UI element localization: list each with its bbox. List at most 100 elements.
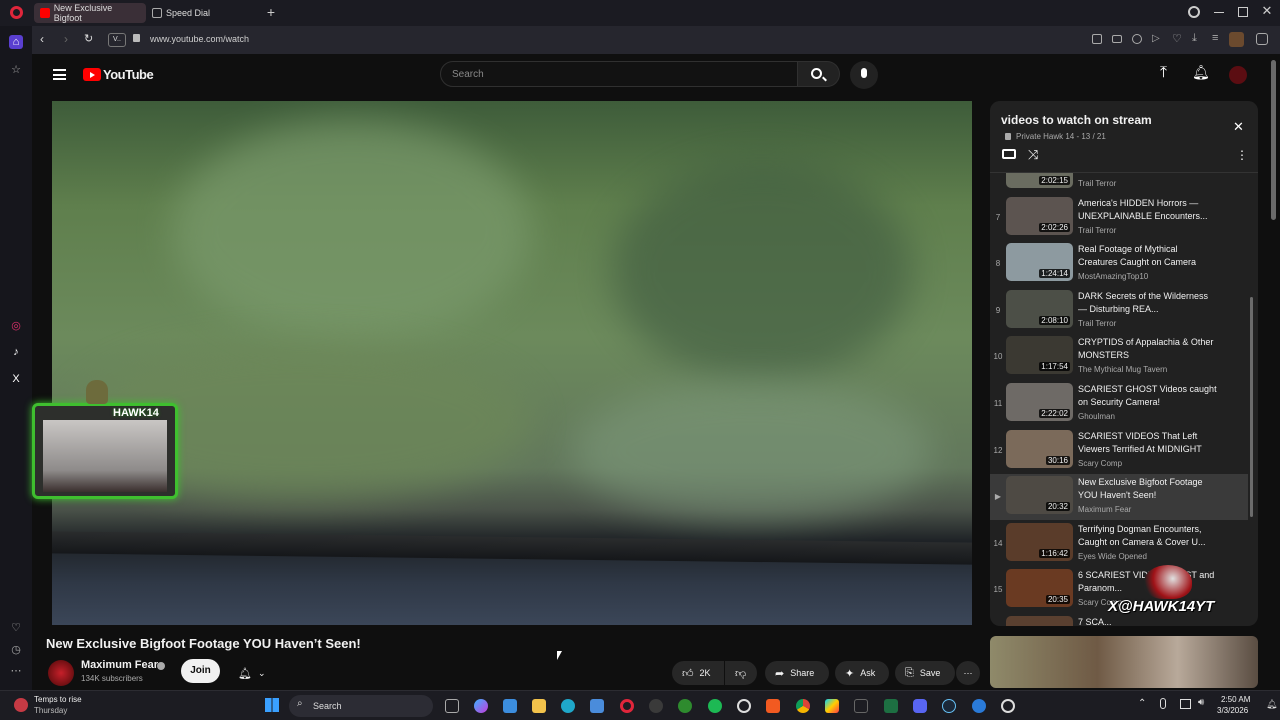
spotify-icon[interactable] [708, 699, 722, 713]
opera-logo-icon[interactable] [10, 6, 23, 19]
task-view-icon[interactable] [445, 699, 459, 713]
playlist-item-thumbnail[interactable] [1006, 616, 1073, 626]
tab-new-exclusive-bigfoot[interactable]: New Exclusive Bigfoot [34, 3, 146, 23]
playlist-item[interactable]: 9 2:08:10 DARK Secrets of the Wilderness —… [990, 288, 1248, 334]
tray-chevron-icon[interactable]: ⌃ [1138, 698, 1146, 709]
playlist-item-title[interactable]: DARK Secrets of the Wilderness — Disturb… [1078, 290, 1218, 316]
playlist-item[interactable]: 10 1:17:54 CRYPTIDS of Appalachia & Other … [990, 334, 1248, 380]
star-icon[interactable]: ☆ [9, 63, 23, 77]
shuffle-icon[interactable]: ⤨ [1028, 147, 1038, 163]
address-chip[interactable]: V.. [108, 33, 126, 47]
profile-avatar-icon[interactable] [1229, 32, 1244, 47]
dislike-button[interactable]: 👎︎ [725, 661, 757, 685]
search-input[interactable]: Search [440, 61, 798, 87]
playlist-item[interactable]: 11 2:22:02 SCARIEST GHOST Videos caught on… [990, 381, 1248, 427]
youtube-logo[interactable]: YouTube [83, 67, 154, 82]
brave-icon[interactable] [766, 699, 780, 713]
playlist-item-thumbnail[interactable]: 2:22:02 [1006, 383, 1073, 421]
shield-icon[interactable] [1132, 34, 1142, 44]
edge-icon[interactable] [561, 699, 575, 713]
playlist-item-title[interactable]: SCARIEST VIDEOS That Left Viewers Terrif… [1078, 430, 1218, 456]
playlist-item-thumbnail[interactable]: 20:35 [1006, 569, 1073, 608]
close-window-icon[interactable]: ✕ [1260, 3, 1274, 19]
new-tab-plus-icon[interactable]: + [264, 5, 278, 19]
opera-taskbar-icon[interactable] [620, 699, 634, 713]
weather-icon[interactable] [14, 698, 28, 712]
widgets-icon[interactable] [503, 699, 517, 713]
steam-icon[interactable] [942, 699, 956, 713]
playlist-item[interactable]: 2:02:15 Trail Terror [990, 173, 1248, 194]
voice-search-mic-icon[interactable] [850, 61, 878, 89]
store-icon[interactable] [590, 699, 604, 713]
save-button[interactable]: ⎘ Save [895, 661, 955, 685]
hamburger-menu-icon[interactable] [53, 69, 66, 80]
playlist-item[interactable]: 7 2:02:26 America's HIDDEN Horrors — UNEXP… [990, 195, 1248, 241]
playlist-item-thumbnail[interactable]: 30:16 [1006, 429, 1073, 468]
excel-icon[interactable] [884, 699, 898, 713]
notifications-bell-icon[interactable]: 🔔︎ [1192, 64, 1210, 81]
account-avatar[interactable] [1229, 66, 1247, 84]
video-player[interactable] [52, 101, 972, 625]
playlist-item-title[interactable]: CRYPTIDS of Appalachia & Other MONSTERS [1078, 336, 1218, 362]
taskbar-search[interactable]: ⌕ Search [289, 695, 433, 717]
playlist-item-title[interactable]: New Exclusive Bigfoot Footage YOU Haven'… [1078, 476, 1218, 502]
playlist-item-title[interactable]: Terrifying Dogman Encounters, Caught on … [1078, 523, 1218, 549]
playlist-item-thumbnail[interactable]: 1:17:54 [1006, 336, 1073, 375]
playlist-item-title[interactable]: SCARIEST GHOST Videos caught on Security… [1078, 383, 1218, 409]
playlist-title[interactable]: videos to watch on stream [1001, 113, 1152, 127]
obs-icon[interactable] [649, 699, 663, 713]
tiktok-icon[interactable]: ♪ [9, 345, 23, 359]
search-button[interactable] [798, 61, 840, 87]
maximize-icon[interactable] [1238, 7, 1248, 17]
back-icon[interactable]: ‹ [40, 32, 44, 46]
weather-line1[interactable]: Temps to rise [34, 695, 82, 704]
url-text[interactable]: www.youtube.com/watch [150, 34, 249, 44]
tab-speed-dial[interactable]: Speed Dial [146, 3, 246, 23]
search-tabs-icon[interactable] [1188, 6, 1200, 18]
playlist-item[interactable]: ▶ 20:32 New Exclusive Bigfoot Footage YOU … [990, 474, 1248, 521]
edit-icon[interactable] [1092, 34, 1102, 44]
playlist-item-title[interactable]: Real Footage of Mythical Creatures Caugh… [1078, 243, 1218, 269]
mini-preview-thumbnail[interactable] [990, 636, 1258, 688]
playlist-item-thumbnail[interactable]: 2:02:26 [1006, 196, 1073, 235]
join-button[interactable]: Join [181, 659, 220, 683]
playlist-item[interactable]: 12 30:16 SCARIEST VIDEOS That Left Viewers… [990, 428, 1248, 474]
x-twitter-icon[interactable]: X [9, 372, 23, 386]
minimize-icon[interactable] [1214, 12, 1224, 13]
extensions-cube-icon[interactable] [1256, 33, 1268, 45]
app-blue-icon[interactable] [972, 699, 986, 713]
playlist-item-thumbnail[interactable]: 20:32 [1006, 476, 1073, 515]
more-dots-icon[interactable]: ⋯ [9, 664, 23, 678]
heart-icon[interactable]: ♡ [9, 621, 23, 635]
loop-icon[interactable] [1002, 149, 1016, 159]
app-icon[interactable] [854, 699, 868, 713]
windows-start-icon[interactable] [265, 698, 279, 712]
download-icon[interactable]: ⤓ [1192, 32, 1197, 45]
channel-avatar[interactable] [48, 660, 74, 686]
tray-mic-icon[interactable] [1160, 698, 1166, 709]
copilot-icon[interactable] [474, 699, 488, 713]
menu-icon[interactable]: ≡ [1212, 32, 1218, 44]
tray-network-icon[interactable] [1180, 699, 1191, 709]
forward-icon[interactable]: › [64, 32, 68, 46]
reload-icon[interactable]: ↻ [84, 32, 93, 45]
playlist-item-thumbnail[interactable]: 1:16:42 [1006, 522, 1073, 561]
ask-button[interactable]: ✦ Ask [835, 661, 889, 685]
playlist-item-thumbnail[interactable]: 1:24:14 [1006, 243, 1073, 282]
like-button[interactable]: 👍︎ 2K [672, 661, 724, 685]
close-playlist-icon[interactable]: ✕ [1233, 119, 1244, 135]
xbox-icon[interactable] [678, 699, 692, 713]
send-icon[interactable]: ▷ [1152, 33, 1160, 44]
record-icon[interactable] [1001, 699, 1015, 713]
clock-time[interactable]: 2:50 AM [1221, 695, 1250, 704]
upload-icon[interactable]: ⤒ [1160, 64, 1167, 82]
instagram-icon[interactable]: ◎ [9, 319, 23, 333]
playlist-more-icon[interactable]: ⋮ [1236, 148, 1248, 162]
notification-bell-icon[interactable]: 🔔︎ [1266, 699, 1277, 710]
playlist-item-thumbnail[interactable]: 2:08:10 [1006, 289, 1073, 328]
channel-name[interactable]: Maximum Fear [81, 659, 158, 671]
play-store-icon[interactable] [825, 699, 839, 713]
more-actions-button[interactable]: ⋯ [956, 661, 980, 685]
subscribe-notifications-button[interactable]: 🔔︎ ⌄ [228, 661, 270, 685]
history-clock-icon[interactable]: ◷ [9, 643, 23, 657]
